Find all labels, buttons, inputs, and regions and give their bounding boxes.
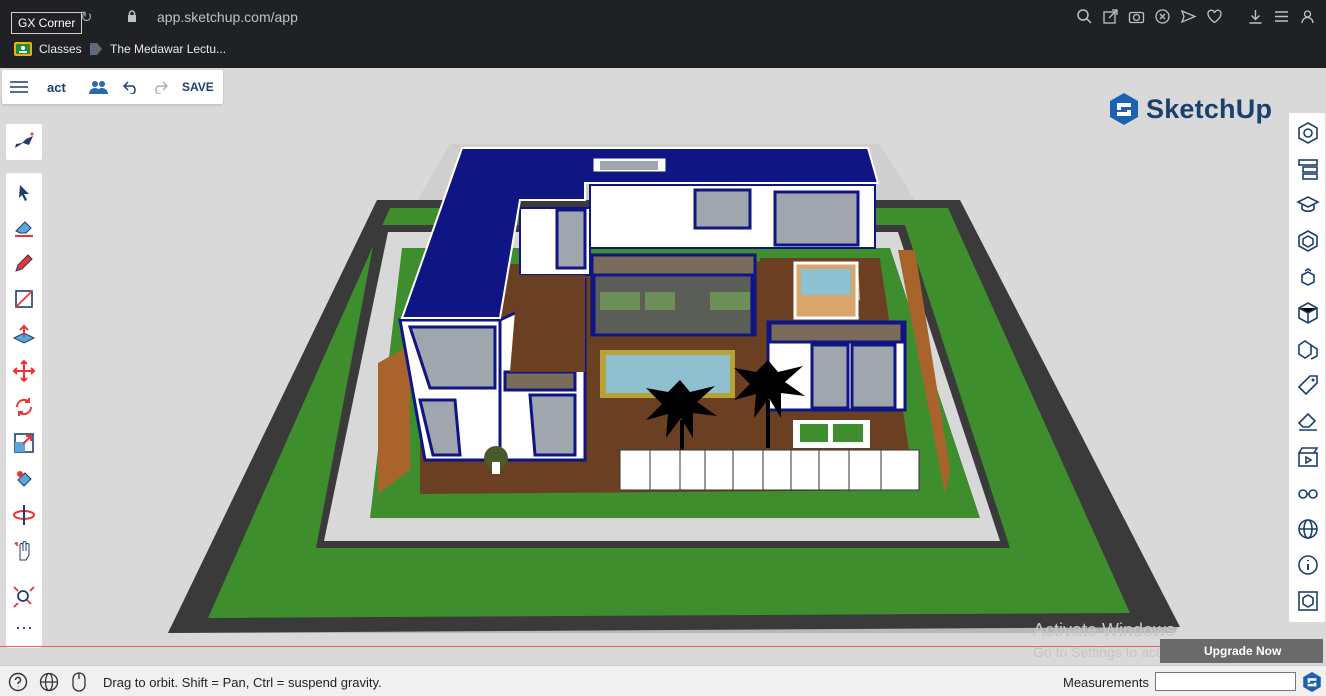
rotate-icon[interactable] xyxy=(12,395,36,419)
language-globe-icon[interactable] xyxy=(39,672,59,692)
pencil-icon[interactable] xyxy=(12,251,36,275)
styles-icon[interactable] xyxy=(1296,301,1320,325)
share-icon[interactable] xyxy=(1102,8,1119,25)
globe-icon[interactable] xyxy=(1296,517,1320,541)
sketchup-mini-logo-icon xyxy=(1303,672,1321,692)
status-hint: Drag to orbit. Shift = Pan, Ctrl = suspe… xyxy=(103,675,382,690)
document-title[interactable]: act xyxy=(47,80,66,95)
eraser-icon[interactable] xyxy=(12,215,36,239)
right-panel-toolbar xyxy=(1289,113,1325,622)
camera-icon[interactable] xyxy=(1128,8,1145,25)
bookmark-label: The Medawar Lectu... xyxy=(110,42,227,56)
toolbar-search xyxy=(6,124,42,160)
search-icon[interactable] xyxy=(1076,8,1093,25)
scenes-icon[interactable] xyxy=(1296,445,1320,469)
browser-actions xyxy=(1076,8,1316,25)
left-toolbar: ⋯ xyxy=(6,173,42,648)
sketchup-logo-icon xyxy=(1110,93,1138,125)
rectangle-icon[interactable] xyxy=(12,287,36,311)
axis-line xyxy=(0,646,1160,647)
tooltip: GX Corner xyxy=(11,12,83,34)
components-icon[interactable] xyxy=(1296,229,1320,253)
mouse-icon[interactable] xyxy=(71,671,87,693)
3d-warehouse-icon[interactable] xyxy=(1296,589,1320,613)
select-arrow-icon[interactable] xyxy=(12,180,36,204)
eraser-panel-icon[interactable] xyxy=(1296,409,1320,433)
heart-icon[interactable] xyxy=(1206,8,1223,25)
materials-icon[interactable] xyxy=(1296,265,1320,289)
download-icon[interactable] xyxy=(1247,8,1264,25)
bookmarks-bar: Classes The Medawar Lectu... xyxy=(0,34,1326,68)
profile-icon[interactable] xyxy=(1299,8,1316,25)
tag-icon[interactable] xyxy=(1296,373,1320,397)
status-bar: Drag to orbit. Shift = Pan, Ctrl = suspe… xyxy=(0,665,1326,696)
address-bar[interactable]: app.sketchup.com/app xyxy=(157,9,298,25)
redo-icon[interactable] xyxy=(152,80,168,94)
orbit-icon[interactable] xyxy=(12,503,36,527)
classroom-icon xyxy=(14,42,32,56)
bookmark-classes[interactable]: Classes xyxy=(14,42,82,56)
browser-toolbar: ↻ app.sketchup.com/app xyxy=(0,0,1326,34)
bookmark-medawar[interactable]: The Medawar Lectu... xyxy=(89,42,226,56)
menu-icon[interactable] xyxy=(1273,8,1290,25)
activate-windows-title: Activate Windows xyxy=(1033,620,1176,640)
more-tools-icon[interactable]: ⋯ xyxy=(12,619,36,643)
upgrade-now-button[interactable]: Upgrade Now xyxy=(1160,639,1323,663)
search-tool-icon[interactable] xyxy=(12,130,36,154)
house-model[interactable] xyxy=(0,68,1326,665)
outliner-icon[interactable] xyxy=(1296,157,1320,181)
bookmark-label: Classes xyxy=(39,42,82,56)
move-icon[interactable] xyxy=(12,359,36,383)
pan-hand-icon[interactable] xyxy=(12,539,36,563)
measurements-input[interactable] xyxy=(1155,672,1296,691)
collaborators-icon[interactable] xyxy=(88,80,108,94)
sketchup-logo: SketchUp xyxy=(1108,92,1272,126)
zoom-extents-icon[interactable] xyxy=(12,585,36,609)
paint-bucket-icon[interactable] xyxy=(12,467,36,491)
separator xyxy=(1232,8,1238,25)
entity-info-icon[interactable] xyxy=(1296,121,1320,145)
lock-icon xyxy=(128,10,136,22)
app-topbar: act SAVE xyxy=(2,70,223,104)
front-fence xyxy=(619,449,920,491)
page-icon xyxy=(90,43,102,55)
brand-name: SketchUp xyxy=(1146,93,1273,124)
measurements-label: Measurements xyxy=(1063,675,1149,690)
help-icon[interactable] xyxy=(8,672,28,692)
hamburger-menu-icon[interactable] xyxy=(10,80,28,94)
instructor-icon[interactable] xyxy=(1296,193,1320,217)
info-icon[interactable] xyxy=(1296,553,1320,577)
display-glasses-icon[interactable] xyxy=(1296,481,1320,505)
layers-icon[interactable] xyxy=(1296,337,1320,361)
undo-icon[interactable] xyxy=(123,80,139,94)
close-circle-icon[interactable] xyxy=(1154,8,1171,25)
scale-icon[interactable] xyxy=(12,431,36,455)
model-viewport[interactable] xyxy=(0,68,1326,665)
save-button[interactable]: SAVE xyxy=(182,80,214,94)
push-pull-icon[interactable] xyxy=(12,323,36,347)
send-icon[interactable] xyxy=(1180,8,1197,25)
